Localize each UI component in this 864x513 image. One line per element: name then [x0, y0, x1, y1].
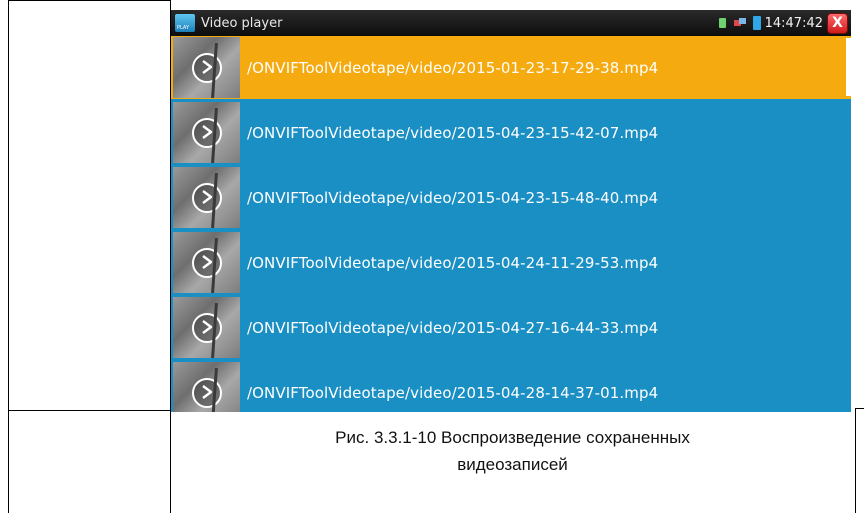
video-list-item[interactable]: /ONVIFToolVideotape/video/2015-01-23-17-…	[171, 36, 851, 99]
video-thumbnail	[173, 232, 240, 293]
video-thumbnail	[173, 167, 240, 228]
figure-caption: Рис. 3.3.1-10 Воспроизведение сохраненны…	[175, 424, 850, 478]
status-bar: PLAY Video player 14:47:42 X	[171, 10, 851, 36]
video-filename: /ONVIFToolVideotape/video/2015-04-23-15-…	[247, 188, 659, 207]
device-screen: PLAY Video player 14:47:42 X /ONVIFToolV…	[171, 10, 851, 412]
caption-line-1: Рис. 3.3.1-10 Воспроизведение сохраненны…	[335, 428, 690, 447]
video-thumbnail	[173, 37, 240, 98]
close-icon: X	[832, 15, 843, 31]
table-border-right	[855, 408, 856, 513]
video-filename: /ONVIFToolVideotape/video/2015-04-27-16-…	[247, 318, 659, 337]
table-row-line-right	[855, 408, 864, 409]
video-list-item[interactable]: /ONVIFToolVideotape/video/2015-04-28-14-…	[171, 361, 851, 412]
play-circle-icon[interactable]	[192, 183, 222, 213]
video-thumbnail	[173, 362, 240, 412]
caption-line-2: видеозаписей	[457, 455, 568, 474]
video-list-item[interactable]: /ONVIFToolVideotape/video/2015-04-23-15-…	[171, 101, 851, 164]
video-list: /ONVIFToolVideotape/video/2015-01-23-17-…	[171, 36, 851, 412]
battery-icon	[752, 16, 761, 30]
status-indicators: 14:47:42 X	[718, 10, 851, 36]
app-title: Video player	[201, 15, 283, 31]
table-border-left	[8, 0, 9, 513]
video-filename: /ONVIFToolVideotape/video/2015-04-23-15-…	[247, 123, 659, 142]
video-thumbnail	[173, 102, 240, 163]
video-player-app-icon: PLAY	[175, 14, 195, 32]
play-circle-icon[interactable]	[192, 378, 222, 408]
video-filename: /ONVIFToolVideotape/video/2015-04-28-14-…	[247, 383, 659, 402]
network-icon	[733, 18, 746, 28]
play-circle-icon[interactable]	[192, 313, 222, 343]
play-circle-icon[interactable]	[192, 118, 222, 148]
video-filename: /ONVIFToolVideotape/video/2015-04-24-11-…	[247, 253, 659, 272]
sd-card-icon	[718, 18, 726, 28]
video-list-item[interactable]: /ONVIFToolVideotape/video/2015-04-24-11-…	[171, 231, 851, 294]
video-thumbnail	[173, 297, 240, 358]
scroll-indicator[interactable]	[846, 38, 851, 96]
close-button[interactable]: X	[828, 13, 847, 33]
table-border-top	[8, 0, 171, 1]
status-clock: 14:47:42	[764, 15, 823, 31]
video-list-item[interactable]: /ONVIFToolVideotape/video/2015-04-27-16-…	[171, 296, 851, 359]
video-list-item[interactable]: /ONVIFToolVideotape/video/2015-04-23-15-…	[171, 166, 851, 229]
video-filename: /ONVIFToolVideotape/video/2015-01-23-17-…	[247, 58, 659, 77]
app-icon-label: PLAY	[177, 25, 190, 31]
table-row-line	[8, 410, 171, 411]
play-circle-icon[interactable]	[192, 53, 222, 83]
play-circle-icon[interactable]	[192, 248, 222, 278]
